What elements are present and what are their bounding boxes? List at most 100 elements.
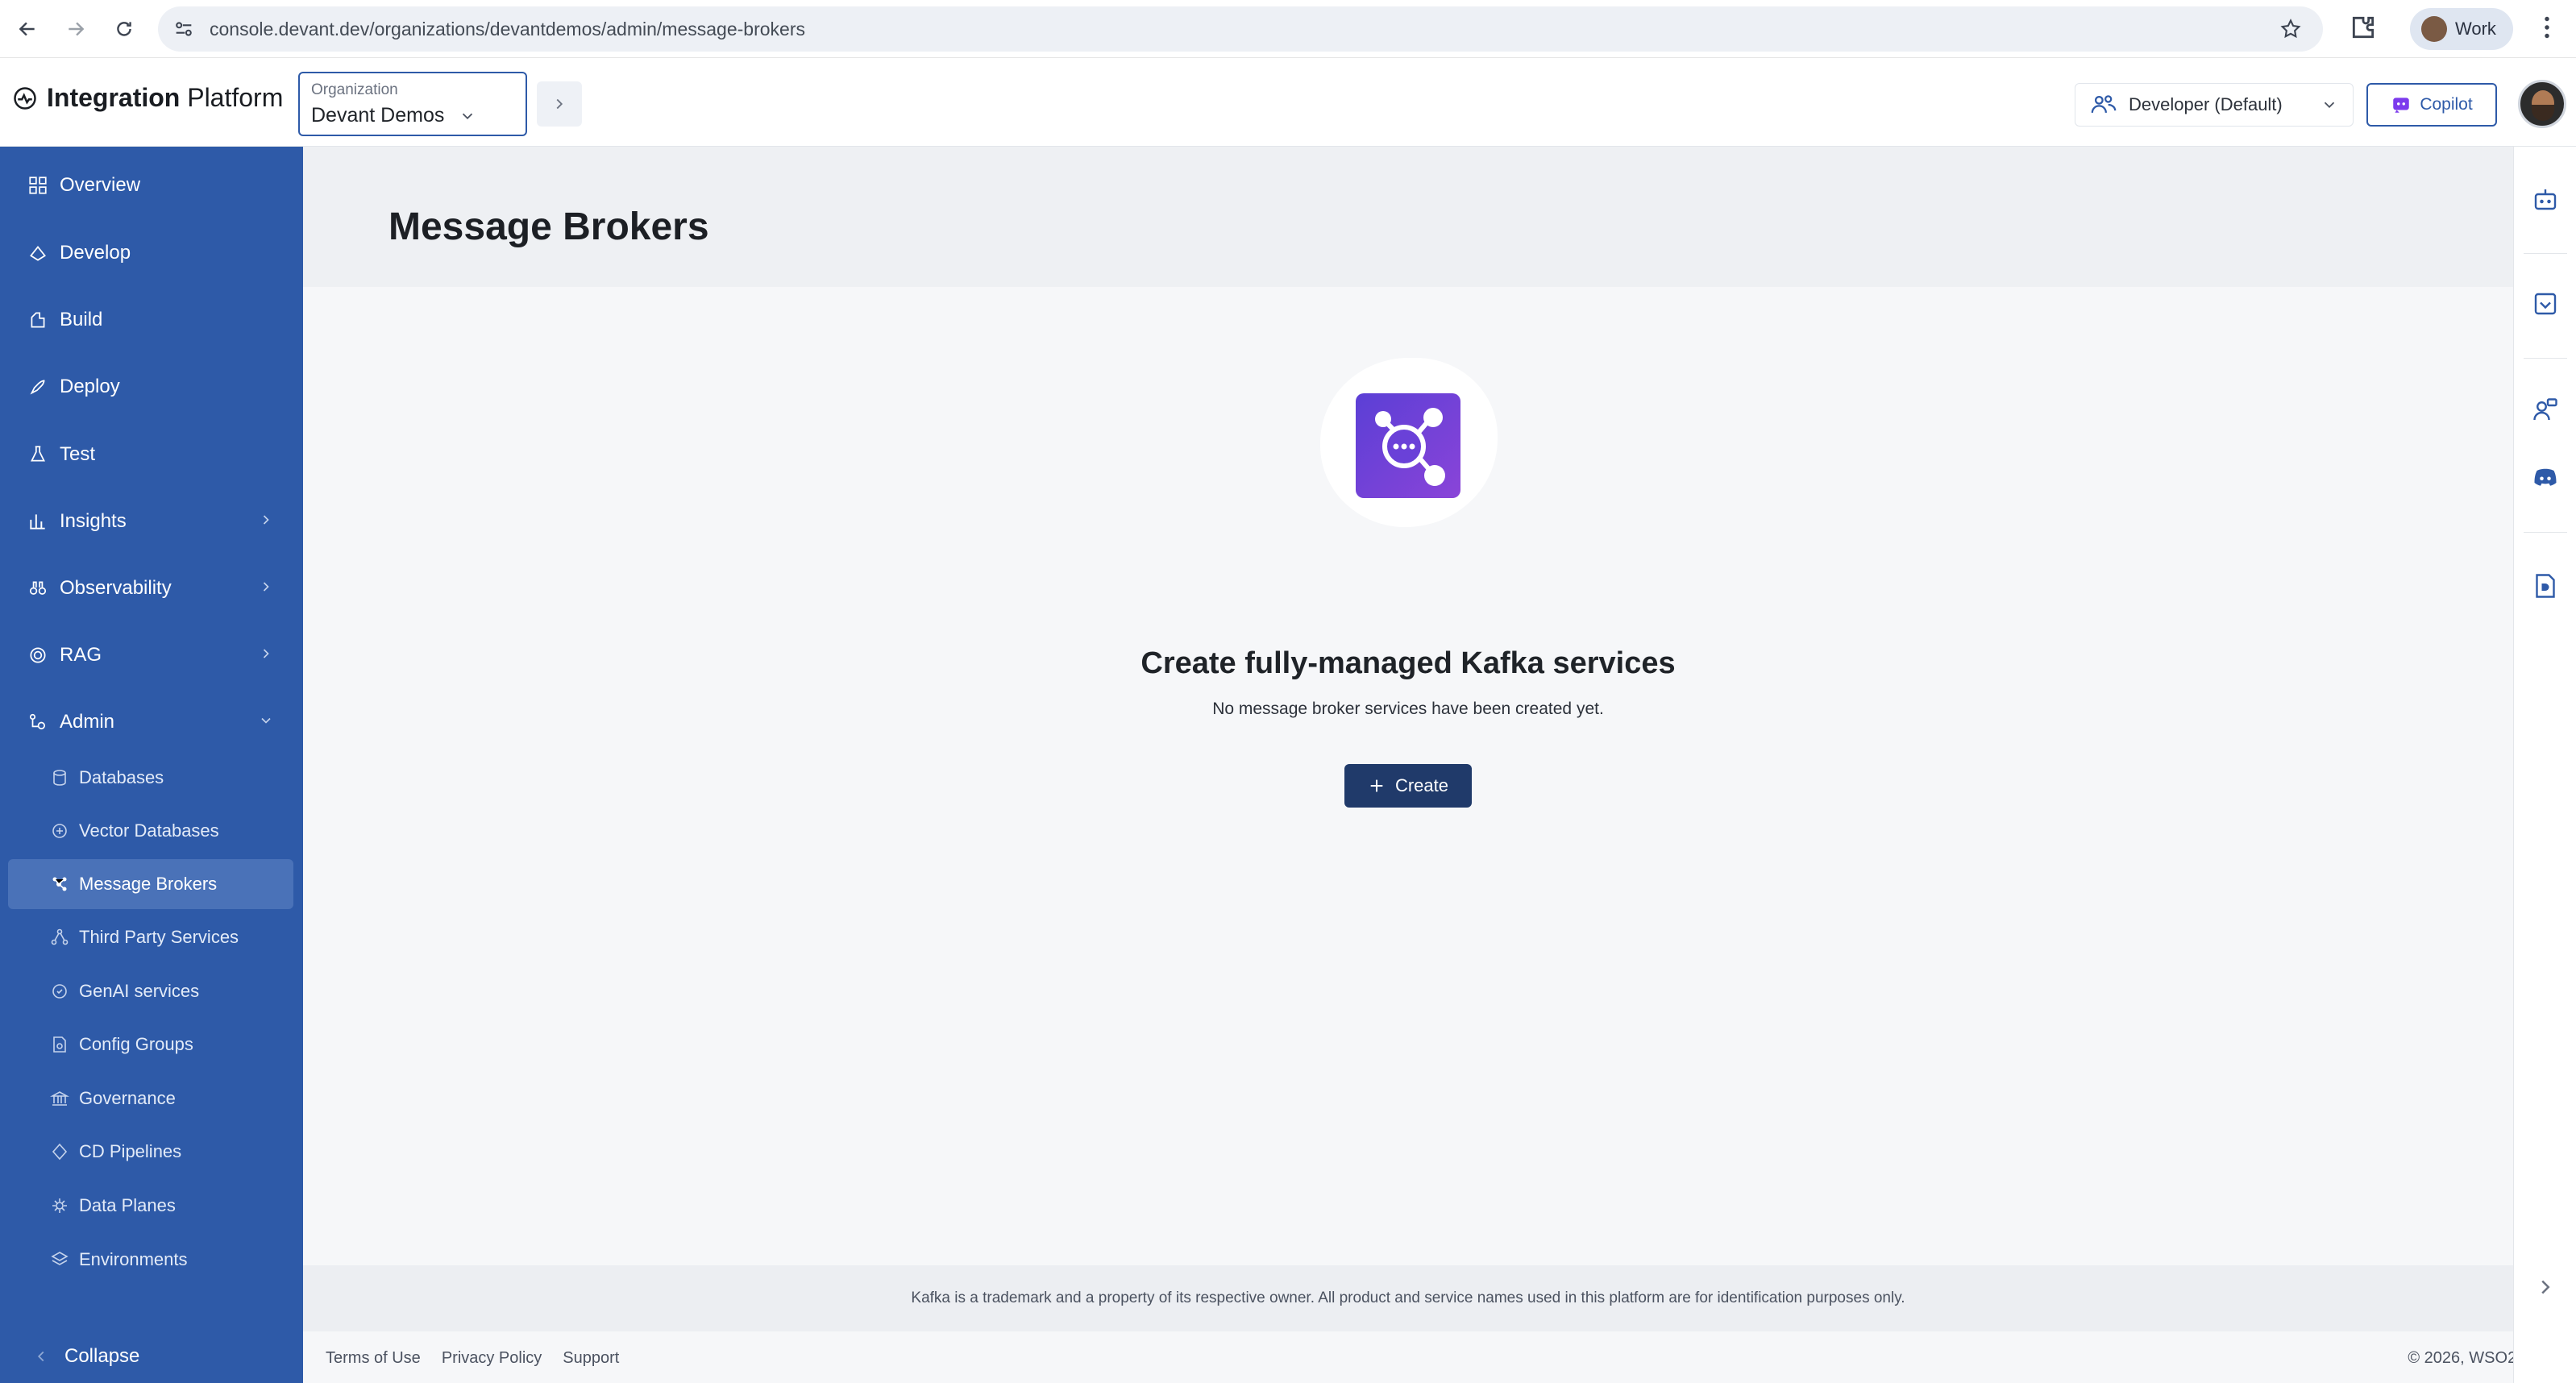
sidebar-item-label: Third Party Services	[79, 927, 239, 947]
sidebar-item-genai-services[interactable]: GenAI services	[0, 966, 303, 1016]
sidebar-item-label: GenAI services	[79, 981, 200, 1001]
robot-icon[interactable]	[2530, 184, 2561, 214]
sidebar-item-label: Deploy	[60, 376, 120, 397]
trademark-disclaimer: Kafka is a trademark and a property of i…	[303, 1265, 2513, 1331]
sidebar-item-label: Data Planes	[79, 1195, 176, 1215]
chevron-down-icon	[2324, 102, 2335, 109]
sidebar-item-build[interactable]: Build	[0, 291, 303, 349]
rocket-icon	[30, 380, 45, 395]
sidebar-collapse-button[interactable]: Collapse	[0, 1331, 303, 1381]
admin-icon	[29, 713, 45, 729]
sidebar-item-test[interactable]: Test	[0, 426, 303, 484]
sidebar-item-label: CD Pipelines	[79, 1141, 182, 1161]
empty-state-title: Create fully-managed Kafka services	[1141, 646, 1676, 680]
sidebar-item-label: Test	[60, 443, 96, 465]
sidebar-item-observability[interactable]: Observability	[0, 559, 303, 617]
organization-value: Devant Demos	[311, 104, 445, 127]
chevron-left-icon	[37, 1351, 44, 1362]
sidebar-item-rag[interactable]: RAG	[0, 626, 303, 684]
back-icon[interactable]	[10, 11, 45, 47]
brand-logo[interactable]: Integration Platform	[13, 83, 283, 113]
extensions-icon[interactable]	[2347, 11, 2379, 48]
sidebar-item-message-brokers[interactable]: Message Brokers	[8, 859, 293, 909]
platform-logo-icon	[14, 86, 36, 110]
profile-label: Work	[2455, 19, 2496, 39]
users-icon	[2091, 95, 2117, 114]
docs-icon[interactable]	[2530, 571, 2561, 601]
organization-label: Organization	[311, 81, 398, 98]
create-label: Create	[1394, 775, 1449, 795]
brand-name-rest: Platform	[180, 83, 284, 112]
url-text: console.devant.dev/organizations/devantd…	[210, 18, 805, 39]
forward-icon[interactable]	[58, 11, 93, 47]
sidebar-item-cd-pipelines[interactable]: CD Pipelines	[0, 1127, 303, 1177]
page-title: Message Brokers	[388, 206, 709, 248]
environment-value: Developer (Default)	[2129, 94, 2283, 114]
message-broker-icon	[1356, 393, 1460, 498]
chevron-right-icon	[263, 515, 269, 525]
app-header: Integration Platform Organization Devant…	[0, 59, 2576, 147]
brand-name-bold: Integration	[47, 83, 181, 112]
sidebar-item-databases[interactable]: Databases	[0, 753, 303, 803]
browser-menu-icon[interactable]	[2532, 11, 2561, 48]
bar-chart-icon	[30, 514, 45, 530]
support-agent-icon[interactable]	[2530, 395, 2561, 426]
chevron-down-icon	[463, 113, 473, 119]
discord-icon[interactable]	[2530, 463, 2561, 493]
sidebar-item-label: Develop	[60, 242, 131, 264]
sidebar-item-config-groups[interactable]: Config Groups	[0, 1020, 303, 1069]
sidebar-item-environments[interactable]: Environments	[0, 1235, 303, 1285]
collapse-label: Collapse	[64, 1345, 140, 1367]
org-next-button[interactable]	[537, 81, 582, 127]
sidebar-item-label: Admin	[60, 711, 115, 733]
profile-avatar	[2421, 16, 2447, 42]
sidebar-item-develop[interactable]: Develop	[0, 224, 303, 282]
message-broker-icon	[52, 877, 67, 891]
sidebar-item-governance[interactable]: Governance	[0, 1074, 303, 1123]
environment-select[interactable]: Developer (Default)	[2075, 83, 2354, 127]
database-icon	[53, 770, 66, 786]
sidebar-item-label: Vector Databases	[79, 820, 219, 841]
binoculars-icon	[29, 581, 47, 595]
user-avatar[interactable]	[2518, 80, 2566, 128]
sidebar-item-overview[interactable]: Overview	[0, 156, 303, 214]
footer-link-terms[interactable]: Terms of Use	[326, 1349, 421, 1368]
build-icon	[31, 312, 45, 328]
sidebar-item-label: Insights	[60, 510, 127, 532]
browser-toolbar: console.devant.dev/organizations/devantd…	[0, 0, 2576, 58]
chevron-right-icon	[263, 649, 269, 658]
sidebar: Overview Develop Build Deploy Test Insig…	[0, 147, 303, 1383]
sidebar-item-deploy[interactable]: Deploy	[0, 358, 303, 416]
reload-icon[interactable]	[106, 11, 142, 47]
copilot-button[interactable]: Copilot	[2366, 83, 2497, 127]
sidebar-item-label: Databases	[79, 767, 164, 787]
inbox-icon[interactable]	[2530, 289, 2561, 319]
footer-link-privacy[interactable]: Privacy Policy	[442, 1349, 542, 1368]
sidebar-item-admin[interactable]: Admin	[0, 693, 303, 751]
sidebar-item-label: Config Groups	[79, 1034, 193, 1054]
third-party-icon	[51, 928, 69, 945]
pipeline-icon	[52, 1143, 68, 1161]
sidebar-item-label: RAG	[60, 644, 102, 666]
organization-select[interactable]: Organization Devant Demos	[298, 72, 527, 136]
chevron-right-icon	[263, 582, 269, 592]
browser-profile-chip[interactable]: Work	[2410, 8, 2513, 50]
sidebar-item-label: Overview	[60, 174, 141, 196]
flask-icon	[31, 446, 45, 462]
chevron-down-icon	[261, 717, 271, 724]
sidebar-item-label: Observability	[60, 577, 172, 599]
chevron-right-icon[interactable]	[2533, 1275, 2557, 1303]
sidebar-item-data-planes[interactable]: Data Planes	[0, 1181, 303, 1231]
sidebar-item-insights[interactable]: Insights	[0, 492, 303, 550]
footer-link-support[interactable]: Support	[563, 1349, 619, 1368]
address-bar[interactable]: console.devant.dev/organizations/devantd…	[158, 6, 2323, 52]
bookmark-star-icon[interactable]	[2279, 18, 2302, 44]
sidebar-item-vector-databases[interactable]: Vector Databases	[0, 806, 303, 856]
vector-database-icon	[52, 824, 67, 838]
main-content: Message Brokers Create fully-managed Kaf…	[303, 147, 2513, 1383]
data-planes-icon	[52, 1198, 67, 1213]
create-button[interactable]: Create	[1344, 764, 1472, 808]
sidebar-item-third-party-services[interactable]: Third Party Services	[0, 912, 303, 962]
site-settings-icon[interactable]	[172, 18, 195, 44]
plus-icon	[1370, 779, 1383, 792]
